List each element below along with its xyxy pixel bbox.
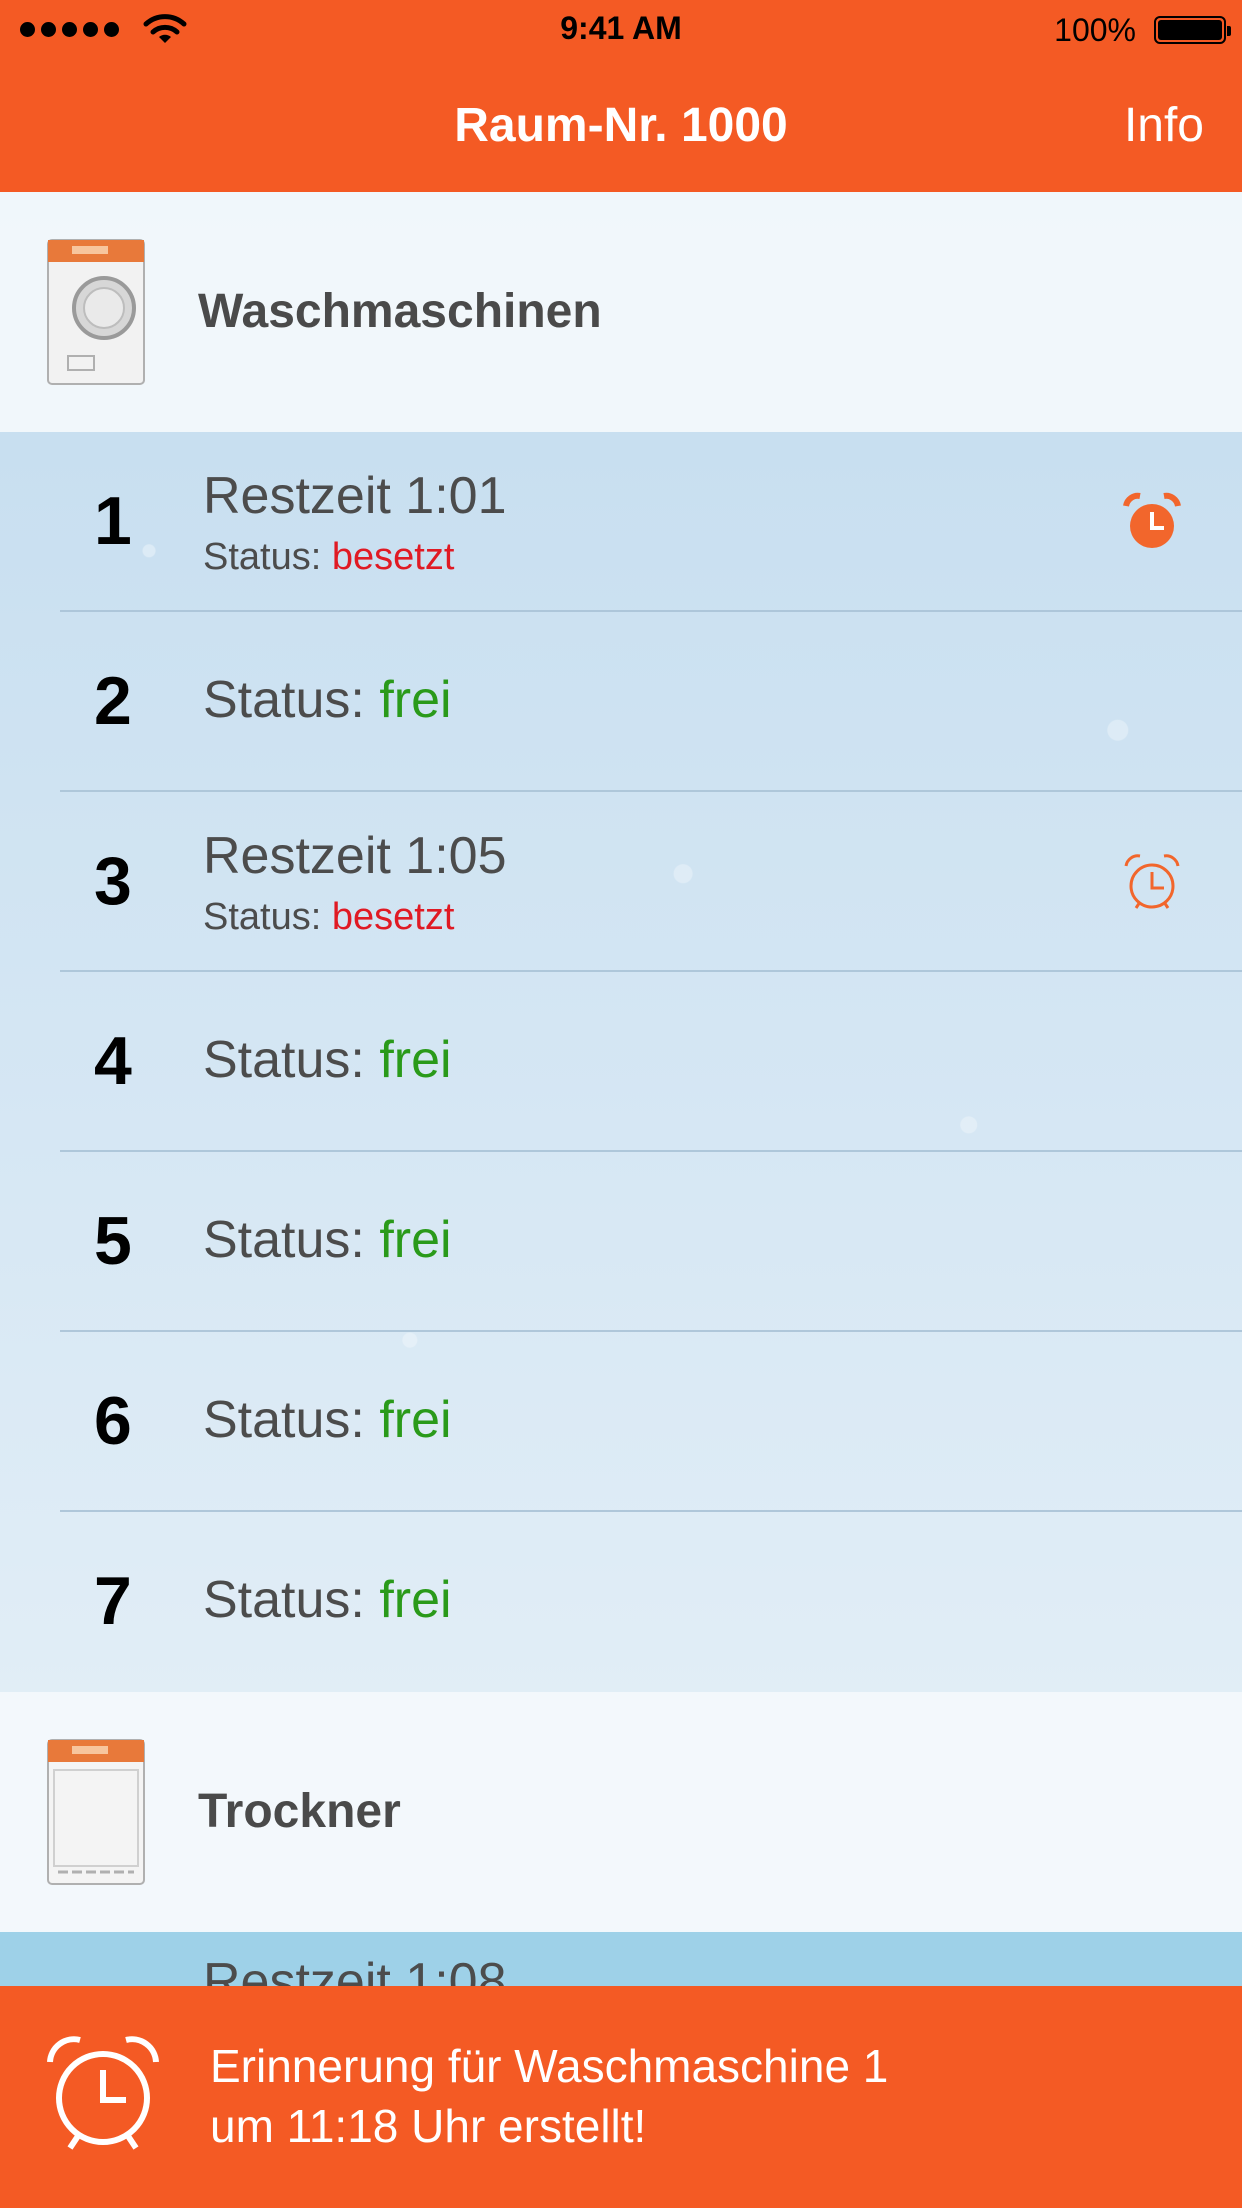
washer-row-4[interactable]: 4 Status: frei (0, 972, 1242, 1152)
reminder-toast: Erinnerung für Waschmaschine 1 um 11:18 … (0, 1986, 1242, 2208)
status-value: frei (379, 1031, 452, 1089)
status-line: Status: besetzt (203, 536, 454, 579)
washer-row-1[interactable]: 1 Restzeit 1:01 Status: besetzt (0, 432, 1242, 612)
machine-list[interactable]: Waschmaschinen 1 Restzeit 1:01 Status: b… (0, 192, 1242, 1986)
section-title-washers: Waschmaschinen (198, 285, 602, 338)
toast-line-2: um 11:18 Uhr erstellt! (210, 2100, 647, 2152)
machine-number: 5 (94, 1203, 132, 1279)
status-value: frei (379, 1211, 452, 1269)
section-header-dryers: Trockner (0, 1692, 1242, 1932)
machine-number: 4 (94, 1023, 132, 1099)
status-line: Status: frei (203, 1570, 452, 1630)
toast-message: Erinnerung für Waschmaschine 1 um 11:18 … (210, 2036, 888, 2156)
status-label: Status: (203, 896, 322, 938)
status-label: Status: (203, 536, 322, 578)
washer-row-2[interactable]: 2 Status: frei (0, 612, 1242, 792)
status-line: Status: frei (203, 1030, 452, 1090)
status-value: frei (379, 1571, 452, 1629)
status-bar: 9:41 AM 100% (0, 0, 1242, 62)
status-label: Status: (203, 1391, 365, 1449)
navigation-bar: 9:41 AM 100% Raum-Nr. 1000 Info (0, 0, 1242, 192)
battery-percent: 100% (1054, 12, 1136, 48)
machine-number: 3 (94, 843, 132, 919)
machine-number: 2 (94, 663, 132, 739)
status-label: Status: (203, 1031, 365, 1089)
washing-machine-icon (47, 239, 145, 385)
section-title-dryers: Trockner (198, 1785, 401, 1838)
info-button[interactable]: Info (1124, 98, 1204, 153)
dryer-icon (47, 1739, 145, 1885)
status-line: Status: frei (203, 1390, 452, 1450)
battery-icon (1154, 16, 1231, 44)
status-line: Status: frei (203, 670, 452, 730)
machine-number: 6 (94, 1383, 132, 1459)
status-value: frei (379, 671, 452, 729)
alarm-clock-icon[interactable] (1120, 490, 1184, 554)
remaining-time: Restzeit 1:05 (203, 827, 507, 885)
remaining-time: Restzeit 1:08 (203, 1953, 507, 1986)
status-label: Status: (203, 1571, 365, 1629)
alarm-clock-outline-icon[interactable] (1120, 850, 1184, 914)
dryer-row-1[interactable]: Restzeit 1:08 (0, 1932, 1242, 1986)
toast-line-1: Erinnerung für Waschmaschine 1 (210, 2040, 889, 2092)
status-value: frei (379, 1391, 452, 1449)
alarm-clock-icon (47, 2036, 159, 2150)
status-line: Status: besetzt (203, 896, 454, 939)
status-value: besetzt (331, 896, 455, 938)
status-line: Status: frei (203, 1210, 452, 1270)
washer-row-5[interactable]: 5 Status: frei (0, 1152, 1242, 1332)
machine-number: 1 (94, 483, 132, 559)
remaining-time: Restzeit 1:01 (203, 467, 507, 525)
status-value: besetzt (331, 536, 455, 578)
status-label: Status: (203, 1211, 365, 1269)
status-label: Status: (203, 671, 365, 729)
washer-row-7[interactable]: 7 Status: frei (0, 1512, 1242, 1692)
machine-number: 7 (94, 1563, 132, 1639)
section-header-washers: Waschmaschinen (0, 192, 1242, 432)
page-title: Raum-Nr. 1000 (454, 99, 788, 152)
washer-row-6[interactable]: 6 Status: frei (0, 1332, 1242, 1512)
washer-row-3[interactable]: 3 Restzeit 1:05 Status: besetzt (0, 792, 1242, 972)
